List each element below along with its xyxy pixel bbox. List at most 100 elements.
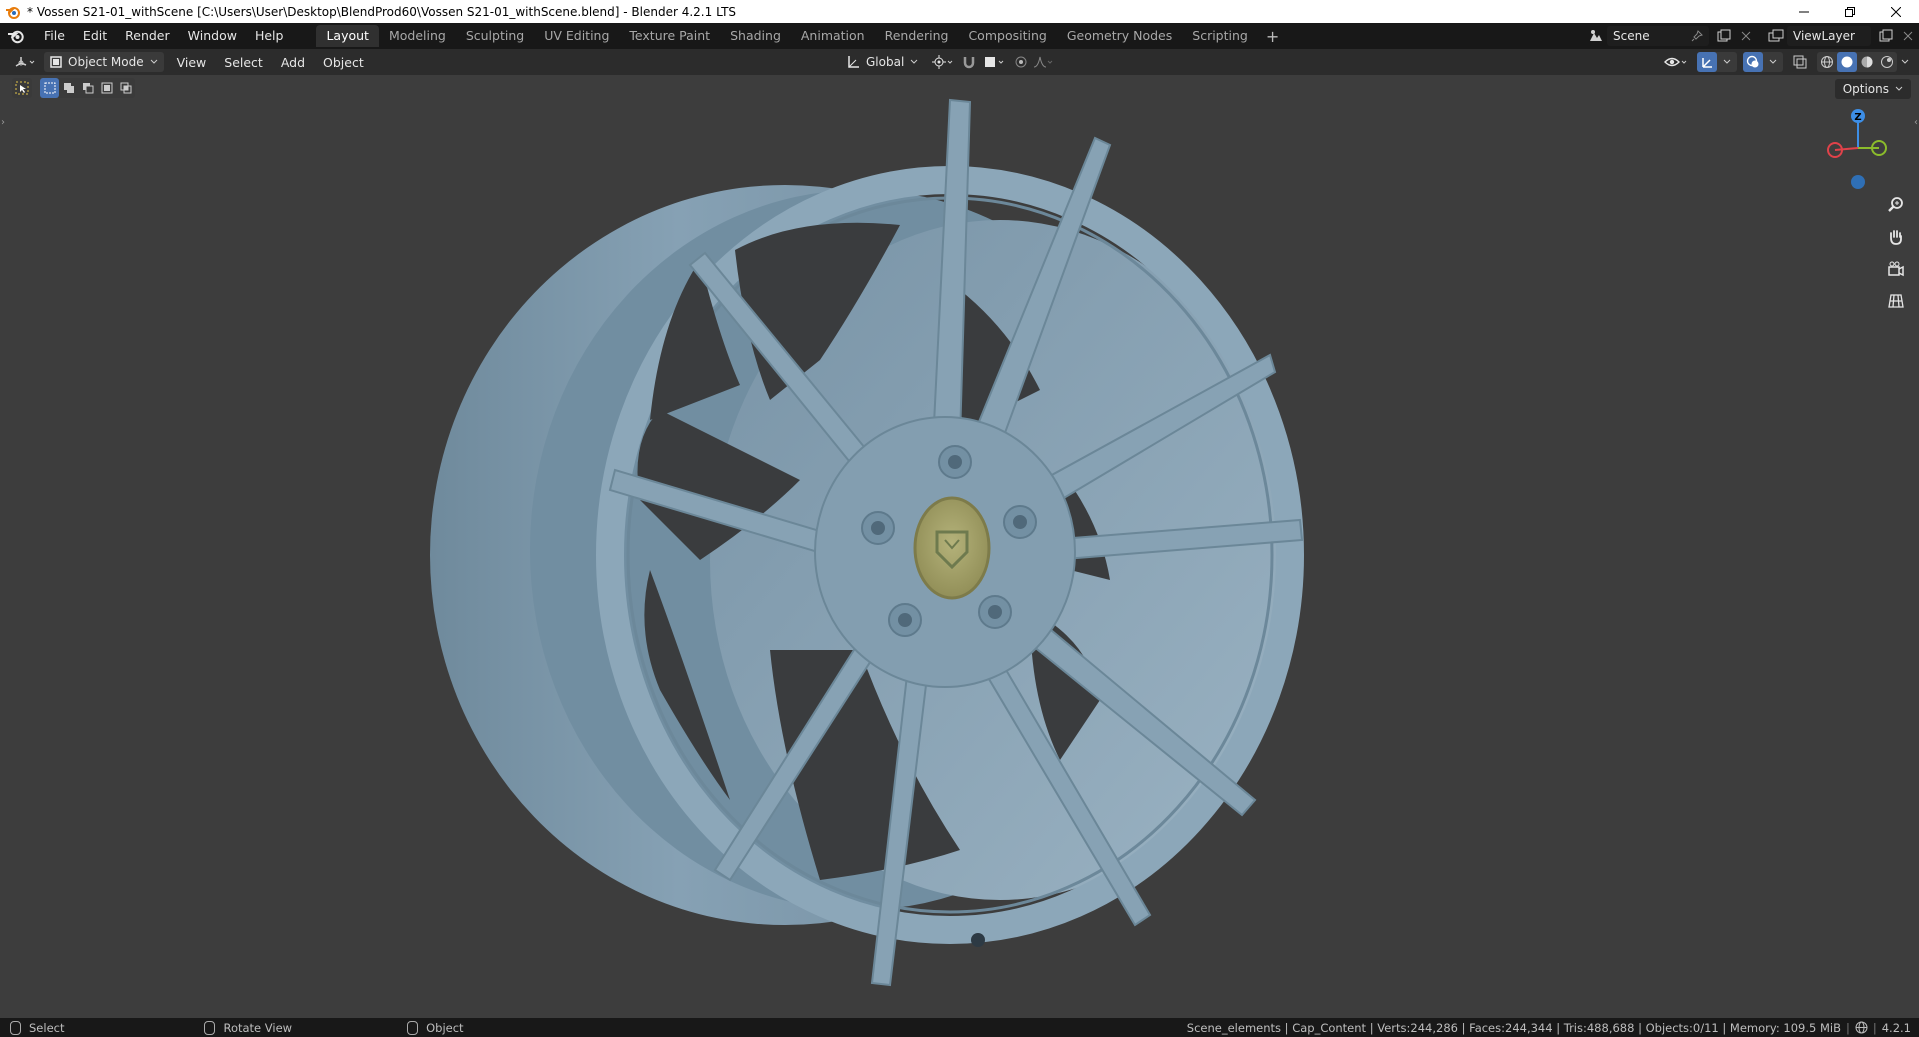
tab-modeling[interactable]: Modeling: [379, 25, 456, 47]
select-box-tool-icon: [15, 81, 29, 95]
tab-sculpting[interactable]: Sculpting: [456, 25, 534, 47]
xray-toggle[interactable]: [1789, 52, 1811, 72]
object-visibility-dropdown[interactable]: [1661, 52, 1691, 72]
pivot-icon: [932, 55, 953, 69]
tab-texture-paint[interactable]: Texture Paint: [619, 25, 720, 47]
restore-button[interactable]: [1827, 0, 1873, 23]
wireframe-shading-button[interactable]: [1817, 52, 1837, 72]
mode-dropdown[interactable]: Object Mode: [44, 52, 164, 72]
close-window-button[interactable]: [1873, 0, 1919, 23]
gizmo-toggle-group: [1697, 52, 1737, 72]
tab-animation[interactable]: Animation: [791, 25, 875, 47]
falloff-curve-icon: [1034, 56, 1053, 68]
active-tool-button[interactable]: [12, 78, 32, 98]
select-set-icon: [44, 82, 55, 94]
gizmo-options-dropdown[interactable]: [1717, 52, 1737, 72]
zoom-button[interactable]: [1883, 192, 1909, 218]
scene-selector-button[interactable]: [1585, 26, 1607, 46]
new-scene-button[interactable]: [1713, 26, 1735, 46]
menu-help[interactable]: Help: [246, 23, 293, 49]
menu-file[interactable]: File: [35, 23, 74, 49]
blender-top-bar: File Edit Render Window Help Layout Mode…: [0, 23, 1919, 49]
menu-render[interactable]: Render: [116, 23, 179, 49]
camera-icon: [1888, 261, 1904, 277]
mouse-right-click-icon: [407, 1020, 419, 1035]
wireframe-sphere-icon: [1821, 56, 1833, 68]
menu-add[interactable]: Add: [272, 55, 314, 70]
restore-icon: [1845, 6, 1855, 17]
sidebar-expand-arrow[interactable]: ‹: [1914, 117, 1918, 128]
scene-statistics: Scene_elements | Cap_Content | Verts:244…: [1186, 1020, 1841, 1035]
status-bar: Select Rotate View Object Scene_elements…: [0, 1018, 1919, 1037]
window-title: * Vossen S21-01_withScene [C:\Users\User…: [27, 4, 737, 19]
wheel-model[interactable]: [0, 75, 1919, 1018]
overlays-icon: [1746, 55, 1759, 68]
set-new-selection-button[interactable]: [40, 78, 59, 98]
options-dropdown[interactable]: Options: [1834, 79, 1911, 99]
add-workspace-button[interactable]: +: [1258, 27, 1287, 46]
show-overlays-toggle[interactable]: [1743, 52, 1763, 72]
extend-selection-button[interactable]: [59, 78, 78, 98]
viewport-display-controls: [1661, 49, 1913, 75]
new-view-layer-button[interactable]: [1875, 26, 1897, 46]
mode-label: Object Mode: [68, 55, 144, 69]
delete-view-layer-button[interactable]: [1897, 26, 1919, 46]
toolbar-expand-arrow[interactable]: ›: [1, 117, 5, 128]
network-globe-icon[interactable]: [1855, 1021, 1868, 1034]
show-gizmo-toggle[interactable]: [1697, 52, 1717, 72]
pin-icon[interactable]: [1691, 30, 1703, 42]
view-layer-selector-button[interactable]: [1765, 26, 1787, 46]
tab-layout[interactable]: Layout: [316, 25, 379, 47]
delete-scene-button[interactable]: [1735, 26, 1757, 46]
tab-scripting[interactable]: Scripting: [1182, 25, 1258, 47]
menu-select[interactable]: Select: [215, 55, 272, 70]
menu-window[interactable]: Window: [179, 23, 246, 49]
proportional-falloff-dropdown[interactable]: [1032, 52, 1054, 72]
scene-icon: [1590, 30, 1602, 41]
menu-object[interactable]: Object: [314, 55, 373, 70]
perspective-toggle-button[interactable]: [1883, 288, 1909, 314]
camera-view-button[interactable]: [1883, 256, 1909, 282]
select-extend-icon: [63, 83, 74, 93]
3d-viewport[interactable]: › ‹ Z: [0, 75, 1919, 1018]
status-hint-select: Select: [10, 1020, 64, 1035]
render-layers-icon: [1768, 29, 1784, 42]
material-preview-button[interactable]: [1857, 52, 1877, 72]
tab-rendering[interactable]: Rendering: [875, 25, 959, 47]
shading-options-dropdown[interactable]: [1897, 52, 1913, 72]
solid-shading-button[interactable]: [1837, 52, 1857, 72]
eye-visibility-icon: [1664, 57, 1687, 67]
object-mode-icon: [50, 56, 62, 68]
navigation-gizmo[interactable]: Z: [1823, 108, 1893, 193]
transform-orientation-dropdown[interactable]: Global: [840, 52, 924, 72]
tab-geometry-nodes[interactable]: Geometry Nodes: [1057, 25, 1182, 47]
proportional-editing-toggle[interactable]: [1010, 52, 1032, 72]
subtract-selection-button[interactable]: [78, 78, 97, 98]
invert-selection-button[interactable]: [97, 78, 116, 98]
material-sphere-icon: [1861, 56, 1873, 68]
editor-type-button[interactable]: [10, 52, 40, 72]
tab-compositing[interactable]: Compositing: [958, 25, 1056, 47]
tab-shading[interactable]: Shading: [720, 25, 791, 47]
menu-edit[interactable]: Edit: [74, 23, 116, 49]
overlay-toggle-group: [1743, 52, 1783, 72]
minimize-button[interactable]: [1781, 0, 1827, 23]
chevron-down-icon: [1901, 59, 1909, 64]
overlays-options-dropdown[interactable]: [1763, 52, 1783, 72]
snap-increment-icon: [985, 57, 1004, 67]
chevron-down-icon: [1895, 86, 1903, 91]
rendered-shading-button[interactable]: [1877, 52, 1897, 72]
orientation-label: Global: [866, 55, 905, 69]
tab-uv-editing[interactable]: UV Editing: [534, 25, 619, 47]
blender-logo-icon[interactable]: [7, 27, 25, 45]
gizmo-neg-z-axis[interactable]: [1851, 175, 1865, 189]
pan-button[interactable]: [1883, 224, 1909, 250]
menu-view[interactable]: View: [168, 55, 216, 70]
snap-toggle[interactable]: [958, 52, 980, 72]
transform-controls: Global: [836, 49, 1054, 75]
scene-name-field[interactable]: Scene: [1607, 26, 1709, 46]
intersect-selection-button[interactable]: [116, 78, 135, 98]
snap-target-dropdown[interactable]: [980, 52, 1010, 72]
pivot-point-dropdown[interactable]: [928, 52, 958, 72]
view-layer-name-field[interactable]: ViewLayer: [1787, 26, 1871, 46]
